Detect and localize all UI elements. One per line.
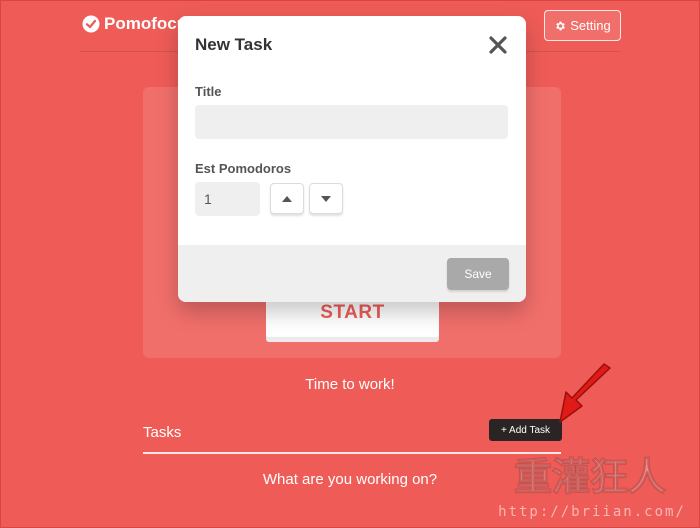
watermark: 重灌狂人 http://briian.com/: [498, 455, 686, 521]
watermark-url: http://briian.com/: [498, 504, 686, 520]
arrow-up-icon: [282, 195, 292, 202]
modal-title: New Task: [195, 35, 273, 54]
task-title-input[interactable]: [195, 105, 508, 139]
title-field-label: Title: [195, 84, 222, 99]
setting-button[interactable]: Setting: [544, 10, 621, 41]
save-button[interactable]: Save: [447, 258, 509, 290]
close-icon[interactable]: [487, 34, 509, 56]
modal-footer: Save: [178, 245, 526, 302]
increment-button[interactable]: [270, 183, 304, 214]
gear-icon: [556, 21, 566, 30]
tasks-heading: Tasks: [143, 424, 182, 441]
setting-label: Setting: [570, 18, 611, 33]
pomodoros-input[interactable]: [195, 182, 260, 216]
check-circle-icon: [82, 15, 100, 33]
new-task-modal: New Task Title Est Pomodoros Save: [178, 16, 526, 302]
watermark-text: 重灌狂人: [514, 455, 666, 499]
arrow-down-icon: [321, 195, 331, 202]
decrement-button[interactable]: [309, 183, 343, 214]
pointer-arrow-icon: [559, 363, 611, 423]
pomodoros-field-label: Est Pomodoros: [195, 161, 292, 176]
